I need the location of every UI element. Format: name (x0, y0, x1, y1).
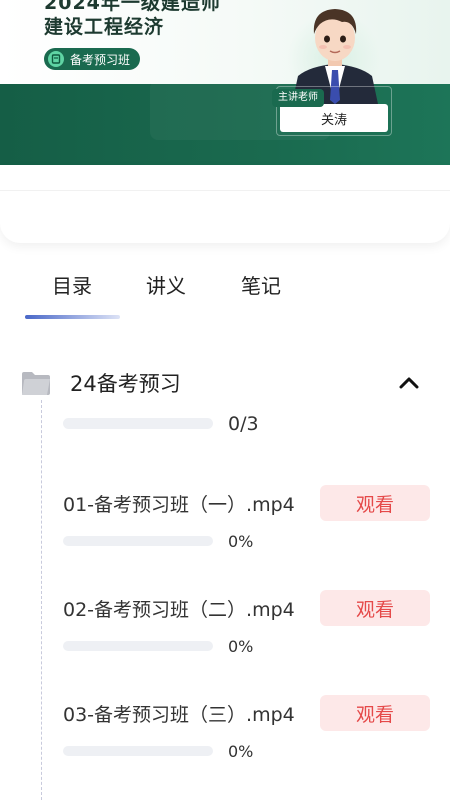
course-banner: 2024年一级建造师 建设工程经济 备考预习班 主讲老师 关涛 (0, 0, 450, 165)
watch-button[interactable]: 观看 (320, 590, 430, 626)
chapter-progress-count: 0/3 (228, 413, 259, 435)
tab-notes[interactable]: 笔记 (241, 270, 281, 299)
active-tab-indicator (25, 315, 120, 319)
watch-button[interactable]: 观看 (320, 485, 430, 521)
tab-catalog[interactable]: 目录 (52, 270, 92, 299)
chevron-up-icon[interactable] (398, 374, 420, 390)
lesson-item: 02-备考预习班（二）.mp4 观看 0% (0, 590, 450, 675)
lesson-title[interactable]: 01-备考预习班（一）.mp4 (63, 490, 295, 517)
lesson-progress-percent: 0% (228, 637, 254, 656)
lesson-title[interactable]: 02-备考预习班（二）.mp4 (63, 595, 295, 622)
lesson-progress-percent: 0% (228, 742, 254, 761)
lesson-progress-bar (63, 536, 213, 546)
content-tabs: 目录 讲义 笔记 (0, 270, 450, 320)
lesson-progress-bar (63, 746, 213, 756)
course-info-card (0, 165, 450, 243)
lesson-progress-bar (63, 641, 213, 651)
watch-button[interactable]: 观看 (320, 695, 430, 731)
class-type-pill: 备考预习班 (44, 48, 141, 70)
teacher-name: 关涛 (280, 104, 388, 132)
class-type-label: 备考预习班 (70, 52, 131, 67)
chapter-title[interactable]: 24备考预习 (70, 368, 181, 398)
book-icon (48, 51, 64, 67)
lesson-title[interactable]: 03-备考预习班（三）.mp4 (63, 700, 295, 727)
teacher-tag: 主讲老师 (272, 89, 324, 107)
lesson-progress-percent: 0% (228, 532, 254, 551)
lesson-item: 01-备考预习班（一）.mp4 观看 0% (0, 485, 450, 570)
chapter-progress-bar (63, 418, 213, 429)
tab-handout[interactable]: 讲义 (146, 270, 186, 299)
lesson-item: 03-备考预习班（三）.mp4 观看 0% (0, 695, 450, 780)
course-title: 建设工程经济 (44, 16, 165, 38)
card-divider (0, 190, 450, 191)
folder-icon (22, 372, 50, 395)
